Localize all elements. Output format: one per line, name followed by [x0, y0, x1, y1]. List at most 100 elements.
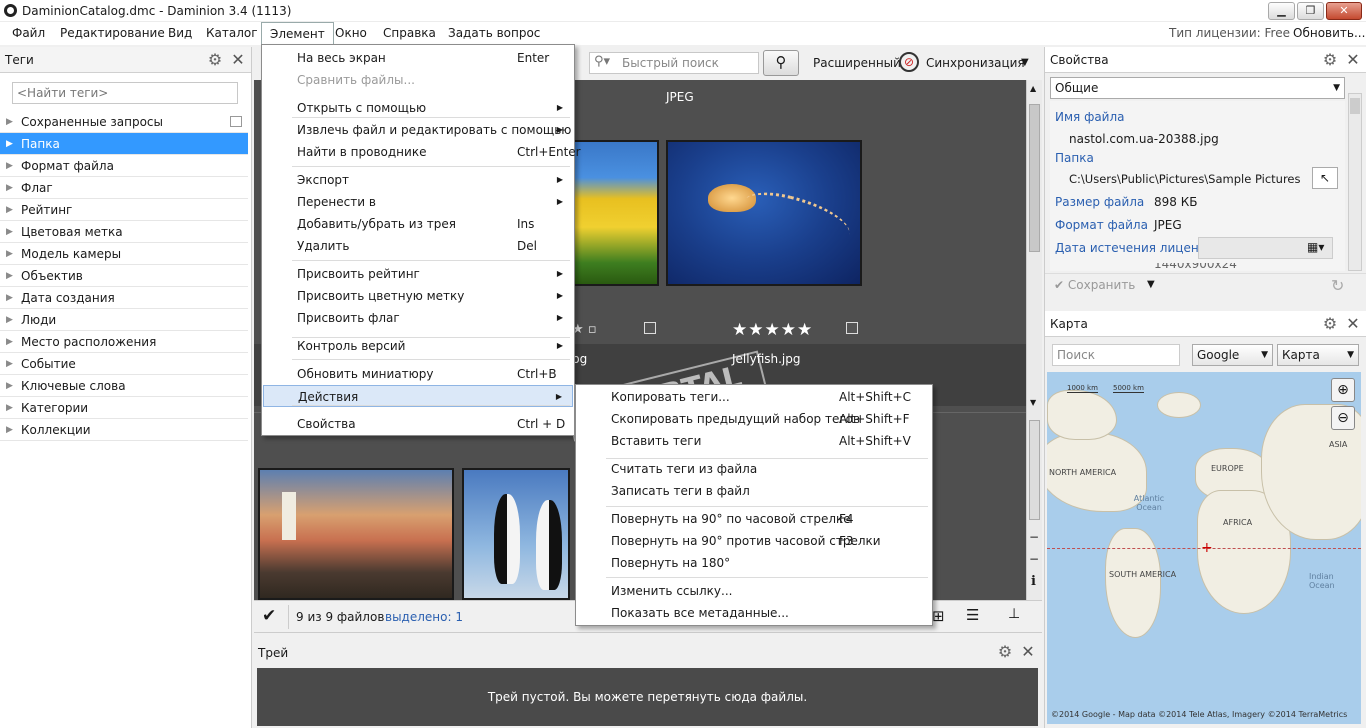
menu-item[interactable]: Экспорт ▶ [263, 169, 573, 191]
close-window-icon[interactable]: ✕ [1326, 2, 1362, 20]
partial-rating[interactable]: ★ ▫ [572, 322, 597, 337]
tag-category-item[interactable]: ▶ Дата создания [0, 287, 248, 309]
zoom-slider[interactable] [1029, 420, 1040, 520]
menu-item[interactable]: Открыть с помощью ▶ [263, 97, 573, 119]
zoom-minus-icon[interactable]: − [1029, 530, 1039, 544]
map-search-input[interactable]: Поиск [1052, 344, 1180, 366]
expand-arrow-icon[interactable]: ▶ [6, 221, 13, 243]
gear-icon[interactable]: ⚙ [1322, 316, 1338, 332]
menu-item[interactable]: Присвоить рейтинг ▶ [263, 263, 573, 285]
menu-item[interactable]: Перенести в ▶ [263, 191, 573, 213]
section-dropdown[interactable]: Общие [1050, 77, 1345, 99]
tag-category-item[interactable]: ▶ Место расположения [0, 331, 248, 353]
advanced-search-button[interactable]: Расширенный [813, 56, 901, 70]
menu-item[interactable]: Удалить Del [263, 235, 573, 257]
menu-item[interactable]: Изменить ссылку... [577, 580, 931, 602]
menu-item[interactable]: Записать теги в файл [577, 480, 931, 502]
map-provider-select[interactable]: Google [1192, 344, 1273, 366]
expand-arrow-icon[interactable]: ▶ [6, 287, 13, 309]
info-icon[interactable]: i [1031, 574, 1036, 589]
calendar-icon[interactable]: ▦▾ [1307, 240, 1324, 254]
menu-item[interactable]: Присвоить флаг ▶ [263, 307, 573, 329]
scroll-thumb[interactable] [1350, 98, 1360, 114]
scroll-thumb[interactable] [1029, 104, 1040, 252]
rating-stars[interactable]: ★★★★★ [732, 320, 813, 340]
expand-arrow-icon[interactable]: ▶ [6, 199, 13, 221]
thumbnail-tulips[interactable] [572, 140, 659, 286]
menu-view[interactable]: Вид [160, 22, 200, 45]
quick-search-input[interactable]: Быстрый поиск [589, 52, 759, 74]
tag-category-item[interactable]: ▶ Ключевые слова [0, 375, 248, 397]
expand-arrow-icon[interactable]: ▶ [6, 375, 13, 397]
menu-item[interactable]: Считать теги из файла [577, 458, 931, 480]
list-view-icon[interactable]: ☰ [966, 606, 979, 624]
menu-window[interactable]: Окно [327, 22, 375, 45]
close-icon[interactable]: ✕ [1021, 644, 1035, 660]
expire-date-input[interactable]: ▦▾ [1198, 237, 1333, 259]
menu-file[interactable]: Файл [4, 22, 53, 45]
expand-arrow-icon[interactable]: ▶ [6, 331, 13, 353]
expand-arrow-icon[interactable]: ▶ [6, 353, 13, 375]
menu-element[interactable]: Элемент [261, 22, 334, 45]
restore-icon[interactable]: ❐ [1297, 2, 1324, 20]
browser-scrollbar[interactable]: ▲ ▼ − − i [1026, 80, 1042, 600]
chevron-down-icon[interactable]: ▼ [1021, 57, 1029, 68]
properties-scrollbar[interactable] [1348, 93, 1362, 271]
gear-icon[interactable]: ⚙ [997, 644, 1013, 660]
menu-item[interactable]: Найти в проводнике Ctrl+Enter [263, 141, 581, 163]
close-icon[interactable]: ✕ [231, 52, 245, 68]
checkmark-icon[interactable]: ✔ [262, 606, 276, 626]
tag-category-item[interactable]: ▶ Формат файла [0, 155, 248, 177]
gear-icon[interactable]: ⚙ [207, 52, 223, 68]
menu-item[interactable]: Повернуть на 90° по часовой стрелке F4 [577, 508, 931, 530]
select-checkbox[interactable] [846, 322, 858, 334]
expand-arrow-icon[interactable]: ▶ [6, 265, 13, 287]
tag-category-item[interactable]: ▶ Объектив [0, 265, 248, 287]
thumbnail-lighthouse[interactable] [258, 468, 454, 600]
expand-arrow-icon[interactable]: ▶ [6, 309, 13, 331]
zoom-in-icon[interactable]: ⊕ [1331, 378, 1355, 402]
menu-item[interactable]: Обновить миниатюру Ctrl+B [263, 363, 573, 385]
menu-item[interactable]: Вставить теги Alt+Shift+V [577, 430, 931, 452]
tag-category-item[interactable]: ▶ Категории [0, 397, 248, 419]
menu-catalog[interactable]: Каталог [198, 22, 266, 45]
zoom-out-icon[interactable]: ⊖ [1331, 406, 1355, 430]
search-dropdown-icon[interactable]: ⚲▾ [594, 54, 610, 69]
tag-search-input[interactable]: <Найти теги> [12, 82, 238, 104]
minimize-icon[interactable]: ▁ [1268, 2, 1295, 20]
thumbnail-jellyfish[interactable] [666, 140, 862, 286]
grid-view-icon[interactable]: ⊞ [932, 607, 945, 625]
map-view[interactable]: + NORTH AMERICA SOUTH AMERICA EUROPE AFR… [1047, 372, 1361, 724]
menu-ask[interactable]: Задать вопрос [440, 22, 548, 45]
menu-item[interactable]: Копировать теги... Alt+Shift+C [577, 386, 931, 408]
expand-arrow-icon[interactable]: ▶ [6, 177, 13, 199]
search-button[interactable]: ⚲ [763, 50, 799, 76]
expand-arrow-icon[interactable]: ▶ [6, 133, 13, 155]
tag-category-item[interactable]: ▶ Сохраненные запросы [0, 111, 248, 133]
zoom-minus-icon[interactable]: − [1029, 552, 1039, 566]
save-button[interactable]: ✔ Сохранить [1054, 278, 1135, 292]
expand-arrow-icon[interactable]: ▶ [6, 397, 13, 419]
menu-item[interactable]: Извлечь файл и редактировать с помощью ▶ [263, 119, 573, 141]
select-checkbox[interactable] [644, 322, 656, 334]
close-icon[interactable]: ✕ [1346, 316, 1360, 332]
map-mode-select[interactable]: Карта [1277, 344, 1359, 366]
tag-category-item[interactable]: ▶ Рейтинг [0, 199, 248, 221]
revert-icon[interactable]: ↻ [1331, 276, 1344, 295]
gear-icon[interactable]: ⚙ [1322, 52, 1338, 68]
update-link[interactable]: Обновить... [1285, 22, 1366, 45]
menu-item[interactable]: Свойства Ctrl + D [263, 413, 573, 435]
scroll-down-icon[interactable]: ▼ [1030, 398, 1036, 407]
menu-item[interactable]: Присвоить цветную метку ▶ [263, 285, 573, 307]
expand-arrow-icon[interactable]: ▶ [6, 111, 13, 133]
menu-item[interactable]: Скопировать предыдущий набор тегов Alt+Sh… [577, 408, 931, 430]
filmstrip-view-icon[interactable]: ⊥ [1008, 606, 1020, 622]
menu-item[interactable]: Контроль версий ▶ [263, 335, 573, 357]
close-icon[interactable]: ✕ [1346, 52, 1360, 68]
expand-arrow-icon[interactable]: ▶ [6, 155, 13, 177]
tag-category-item[interactable]: ▶ Коллекции [0, 419, 248, 441]
expand-arrow-icon[interactable]: ▶ [6, 419, 13, 441]
expand-arrow-icon[interactable]: ▶ [6, 243, 13, 265]
thumbnail-penguins[interactable] [462, 468, 570, 600]
tag-category-item[interactable]: ▶ Папка [0, 133, 248, 155]
